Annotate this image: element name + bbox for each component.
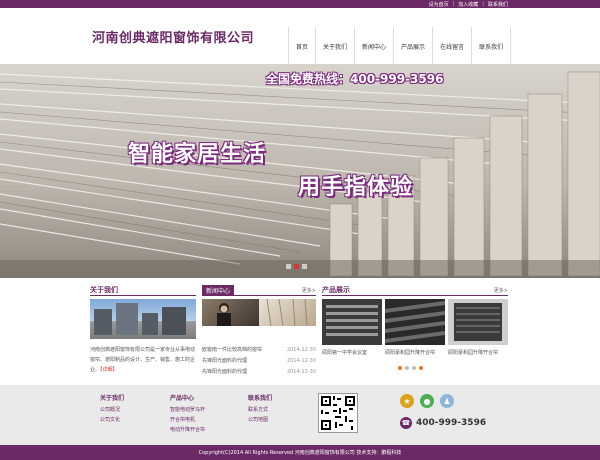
divider <box>90 295 196 296</box>
about-title: 关于我们 <box>90 286 118 294</box>
hero-slogan-2: 用手指体验 <box>298 175 414 200</box>
phone-icon: ☎ <box>400 417 412 429</box>
main-nav: 首页 关于我们 新闻中心 产品展示 在线留言 联系我们 <box>288 27 512 65</box>
slider-dot-active[interactable] <box>294 264 299 269</box>
footer-phone: ☎ 400-999-3596 <box>400 417 486 429</box>
about-detail-link[interactable]: 【详细】 <box>100 367 118 373</box>
prev-arrow-icon[interactable] <box>398 366 402 370</box>
qq-icon[interactable]: ♟ <box>440 394 454 408</box>
qr-code <box>318 393 358 433</box>
hero-banner[interactable]: 全国免费热线：400-999-3596 智能家居生活 用手指体验 <box>0 64 600 278</box>
divider <box>202 295 316 296</box>
news-item[interactable]: 先锋阳光面料的代理 2014-12-30 <box>202 367 316 378</box>
slider-dot[interactable] <box>286 264 291 269</box>
divider <box>322 295 508 296</box>
product-thumb-3[interactable] <box>448 299 508 345</box>
product-caption[interactable]: 硕阳豪和园升降开合帘 <box>385 349 447 356</box>
news-item[interactable]: 先锋阳光面料的代理 2014-12-30 <box>202 356 316 367</box>
footer-link[interactable]: 公司地图 <box>248 415 272 425</box>
nav-item-contact[interactable]: 联系我们 <box>471 27 512 65</box>
nav-item-home[interactable]: 首页 <box>288 27 315 65</box>
news-list: 欧窗南一件比较高档的窗帘 2014-12-30 先锋阳光面料的代理 2014-12-… <box>202 345 316 378</box>
next-arrow-icon[interactable] <box>419 366 423 370</box>
footer-link[interactable]: 公司文化 <box>100 415 124 425</box>
separator: | <box>452 1 455 7</box>
footer-col-contact: 联系我们 联系方式 公司地图 <box>248 395 273 425</box>
top-links: 设为首页 | 加入收藏 | 联系我们 <box>429 0 508 8</box>
about-image <box>90 299 196 339</box>
slider-dots <box>286 264 307 269</box>
news-item[interactable]: 欧窗南一件比较高档的窗帘 2014-12-30 <box>202 345 316 356</box>
nav-item-about[interactable]: 关于我们 <box>315 27 354 65</box>
hotline-text: 全国免费热线：400-999-3596 <box>266 72 444 86</box>
copyright-bar: Copyright(C)2014 All Rights Reserved 河南创… <box>0 445 600 460</box>
top-bar <box>0 0 600 8</box>
separator: | <box>482 1 484 7</box>
slider-dot[interactable] <box>302 264 307 269</box>
footer-col-products: 产品中心 智能电动罗马杆 开合帘电机 电动升降开合帘 <box>170 395 206 435</box>
products-more-link[interactable]: 更多> <box>494 287 508 294</box>
pager-dot[interactable] <box>405 366 409 370</box>
footer-link[interactable]: 开合帘电机 <box>170 415 205 425</box>
add-favorite-link[interactable]: 加入收藏 <box>458 1 478 8</box>
about-section: 关于我们 河南创典遮阳窗饰有限公司是一家专业从事电动窗帘、遮阳制品的设计、生产、… <box>90 285 196 381</box>
nav-item-message[interactable]: 在线留言 <box>432 27 471 65</box>
news-more-link[interactable]: 更多> <box>302 287 316 294</box>
products-title: 产品展示 <box>322 286 350 294</box>
products-section: 产品展示 更多> 硕阳第一中学会议室 硕阳豪和园升降开合帘 硕阳豪和园升降开合帘 <box>322 285 508 381</box>
footer-phone-number: 400-999-3596 <box>416 418 487 428</box>
product-thumb-1[interactable] <box>322 299 382 345</box>
footer-col-about: 关于我们 公司概况 公司文化 <box>100 395 125 425</box>
product-thumb-2[interactable] <box>385 299 445 345</box>
product-caption[interactable]: 硕阳豪和园升降开合帘 <box>448 349 510 356</box>
site-footer <box>0 385 600 445</box>
footer-link[interactable]: 公司概况 <box>100 405 124 415</box>
nav-item-news[interactable]: 新闻中心 <box>354 27 393 65</box>
set-homepage-link[interactable]: 设为首页 <box>429 1 449 8</box>
hero-slogan-1: 智能家居生活 <box>128 142 267 167</box>
about-text: 河南创典遮阳窗饰有限公司是一家专业从事电动窗帘、遮阳制品的设计、生产、销售、施工… <box>90 347 196 373</box>
products-pager <box>398 366 423 370</box>
page-root: 设为首页 | 加入收藏 | 联系我们 河南创典遮阳窗饰有限公司 首页 关于我们 … <box>0 0 600 460</box>
favorite-star-icon[interactable]: ★ <box>400 394 414 408</box>
site-header: 河南创典遮阳窗饰有限公司 首页 关于我们 新闻中心 产品展示 在线留言 联系我们 <box>0 8 600 65</box>
news-image-1[interactable] <box>202 299 259 326</box>
news-title[interactable]: 新闻中心 <box>202 285 235 295</box>
news-image-2[interactable] <box>259 299 316 326</box>
site-logo[interactable]: 河南创典遮阳窗饰有限公司 <box>92 27 254 46</box>
wechat-icon[interactable]: ● <box>420 394 434 408</box>
product-caption[interactable]: 硕阳第一中学会议室 <box>322 349 384 356</box>
news-section: 新闻中心 更多> 欧窗南一件比较高档的窗帘 2014-12-30 先锋阳光面料的代… <box>202 285 316 381</box>
contact-top-link[interactable]: 联系我们 <box>488 1 508 8</box>
social-icons: ★ ● ♟ <box>400 394 454 408</box>
pager-dot[interactable] <box>412 366 416 370</box>
footer-link[interactable]: 联系方式 <box>248 405 272 415</box>
footer-link[interactable]: 电动升降开合帘 <box>170 425 205 435</box>
footer-link[interactable]: 智能电动罗马杆 <box>170 405 205 415</box>
nav-item-products[interactable]: 产品展示 <box>393 27 432 65</box>
